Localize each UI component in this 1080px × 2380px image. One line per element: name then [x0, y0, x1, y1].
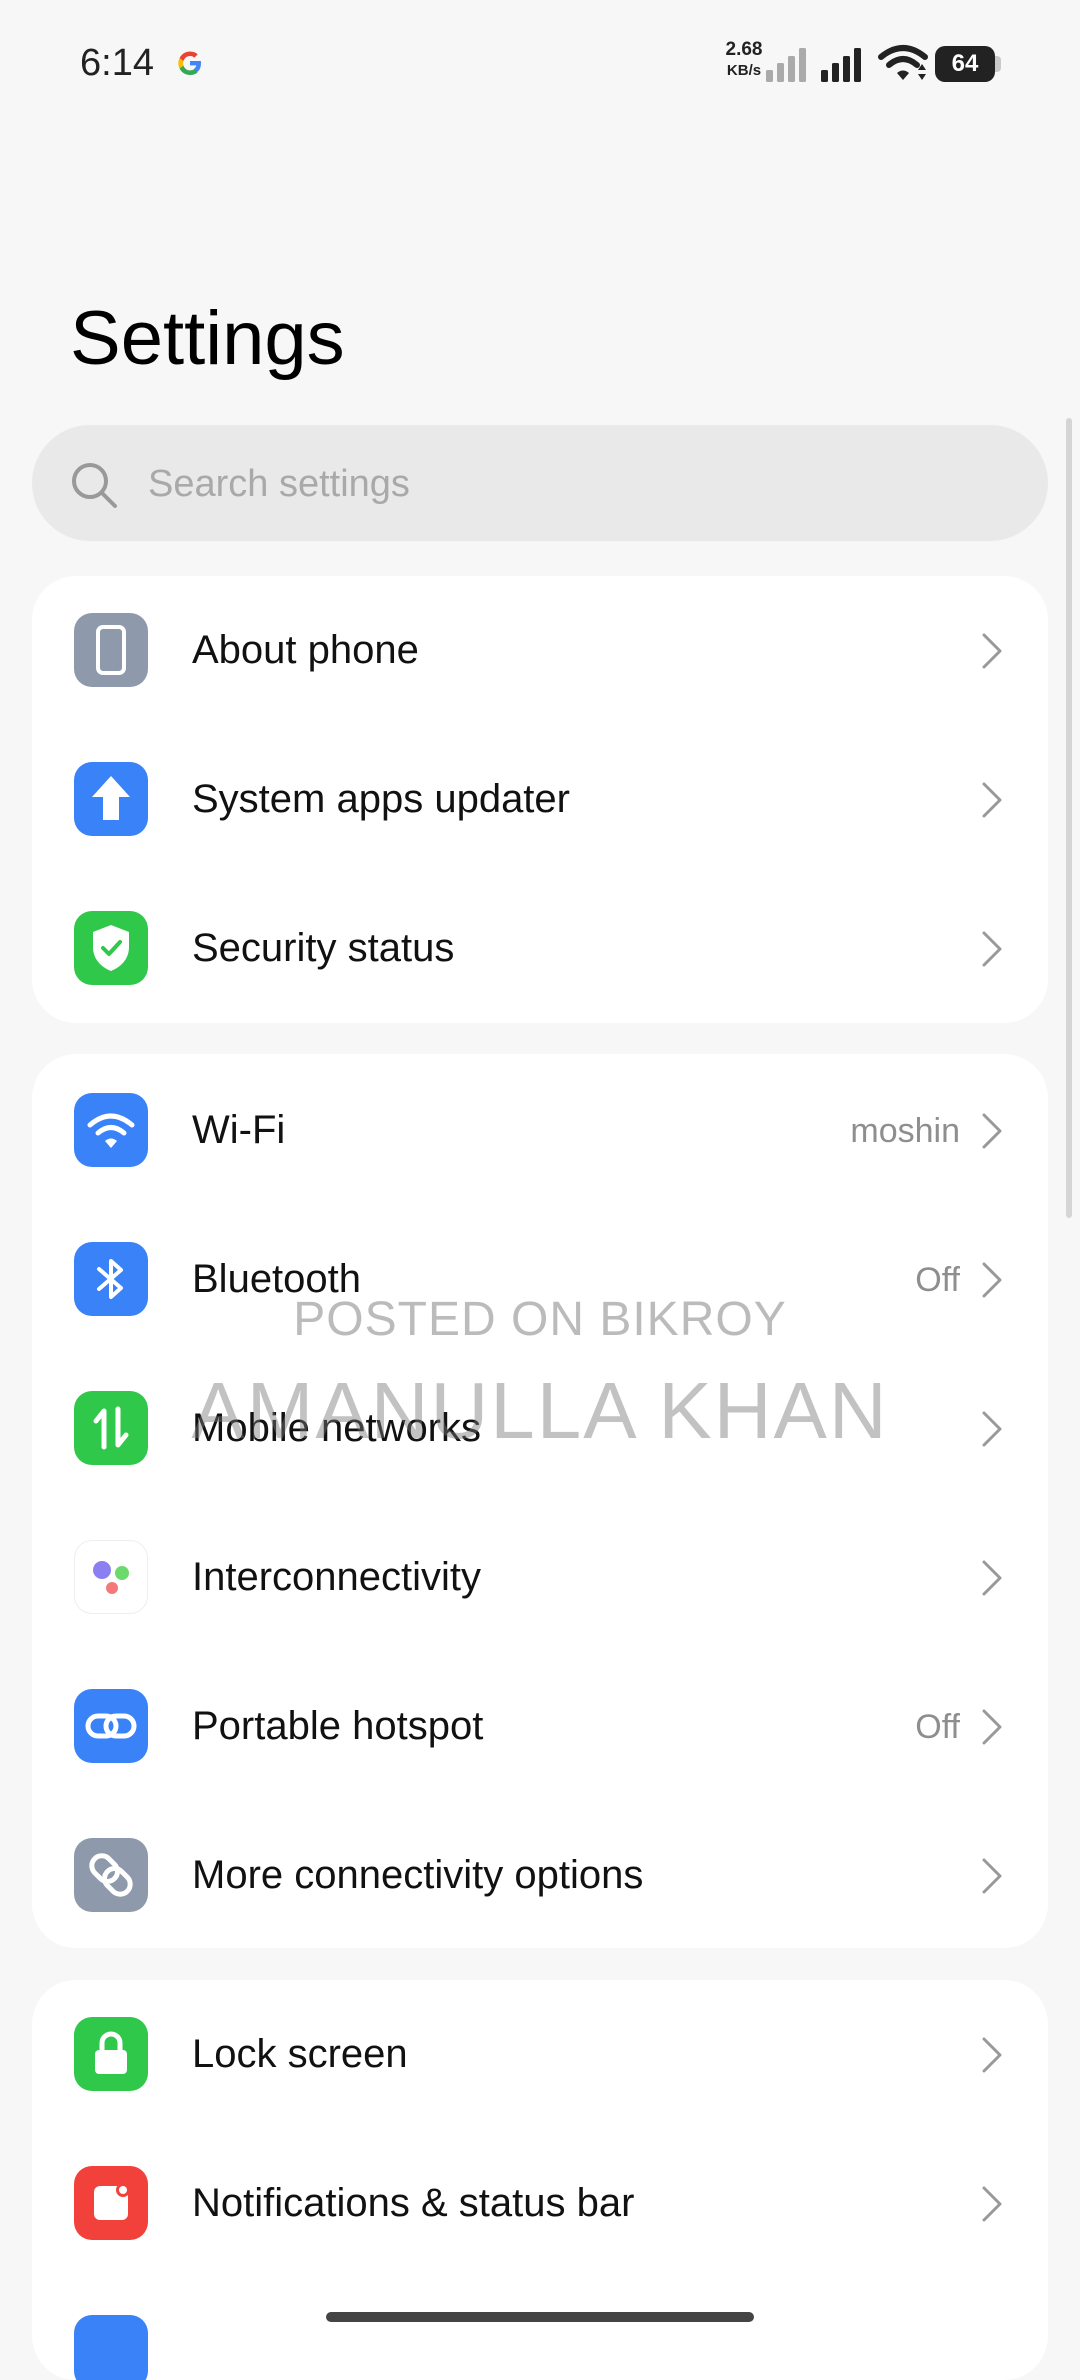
settings-item-lock-screen[interactable]: Lock screen — [32, 1980, 1048, 2129]
settings-item-interconnectivity[interactable]: Interconnectivity — [32, 1503, 1048, 1652]
chevron-right-icon — [982, 1709, 1002, 1745]
settings-item-partial[interactable] — [32, 2278, 1048, 2380]
status-time: 6:14 — [80, 42, 154, 84]
item-label: About phone — [192, 628, 419, 672]
item-label: Portable hotspot — [192, 1704, 484, 1748]
settings-item-notifications[interactable]: Notifications & status bar — [32, 2129, 1048, 2278]
settings-item-more-connectivity[interactable]: More connectivity options — [32, 1801, 1048, 1948]
settings-item-wifi[interactable]: Wi-Fi moshin — [32, 1056, 1048, 1205]
signal-icon — [821, 48, 861, 82]
battery-indicator: 64 — [935, 46, 995, 82]
settings-group-device: About phone System apps updater Security… — [32, 576, 1048, 1023]
hotspot-icon — [74, 1689, 148, 1763]
item-label: Wi-Fi — [192, 1108, 286, 1152]
settings-item-bluetooth[interactable]: Bluetooth Off — [32, 1205, 1048, 1354]
bluetooth-icon — [74, 1242, 148, 1316]
home-indicator[interactable] — [326, 2312, 754, 2322]
wifi-status-icon — [878, 45, 928, 80]
item-label: Notifications & status bar — [192, 2181, 635, 2225]
search-input[interactable]: Search settings — [32, 425, 1048, 541]
item-value: moshin — [850, 1112, 960, 1150]
shield-check-icon — [74, 911, 148, 985]
wifi-icon — [74, 1093, 148, 1167]
arrow-up-icon — [74, 762, 148, 836]
signal-icon — [766, 48, 806, 82]
item-label: Lock screen — [192, 2032, 408, 2076]
item-label: More connectivity options — [192, 1853, 644, 1897]
settings-item-portable-hotspot[interactable]: Portable hotspot Off — [32, 1652, 1048, 1801]
phone-icon — [74, 613, 148, 687]
chevron-right-icon — [982, 2037, 1002, 2073]
chevron-right-icon — [982, 1113, 1002, 1149]
chevron-right-icon — [982, 782, 1002, 818]
chevron-right-icon — [982, 2186, 1002, 2222]
mobile-data-icon — [74, 1391, 148, 1465]
chevron-right-icon — [982, 1262, 1002, 1298]
settings-group-connectivity: Wi-Fi moshin Bluetooth Off Mobile networ… — [32, 1054, 1048, 1948]
settings-item-about-phone[interactable]: About phone — [32, 576, 1048, 725]
status-bar: 6:14 2.68 KB/s 64 — [0, 0, 1080, 130]
settings-item-system-apps-updater[interactable]: System apps updater — [32, 725, 1048, 874]
link-icon — [74, 1838, 148, 1912]
page-title: Settings — [70, 296, 345, 381]
item-value: Off — [915, 1261, 960, 1299]
battery-tip — [995, 56, 1001, 72]
chevron-right-icon — [982, 1411, 1002, 1447]
item-value: Off — [915, 1708, 960, 1746]
chevron-right-icon — [982, 931, 1002, 967]
settings-item-mobile-networks[interactable]: Mobile networks — [32, 1354, 1048, 1503]
google-icon — [178, 51, 201, 75]
search-placeholder: Search settings — [148, 463, 410, 505]
item-label: Mobile networks — [192, 1406, 482, 1450]
app-icon — [74, 2315, 148, 2380]
item-label: Interconnectivity — [192, 1555, 482, 1599]
scrollbar[interactable] — [1066, 418, 1072, 1218]
chevron-right-icon — [982, 1560, 1002, 1596]
chevron-right-icon — [982, 1858, 1002, 1894]
item-label: Bluetooth — [192, 1257, 362, 1301]
notification-icon — [74, 2166, 148, 2240]
dots-icon — [74, 1540, 148, 1614]
item-label: Security status — [192, 926, 455, 970]
lock-icon — [74, 2017, 148, 2091]
settings-item-security-status[interactable]: Security status — [32, 874, 1048, 1023]
search-icon — [72, 463, 117, 508]
item-label: System apps updater — [192, 777, 570, 821]
chevron-right-icon — [982, 633, 1002, 669]
